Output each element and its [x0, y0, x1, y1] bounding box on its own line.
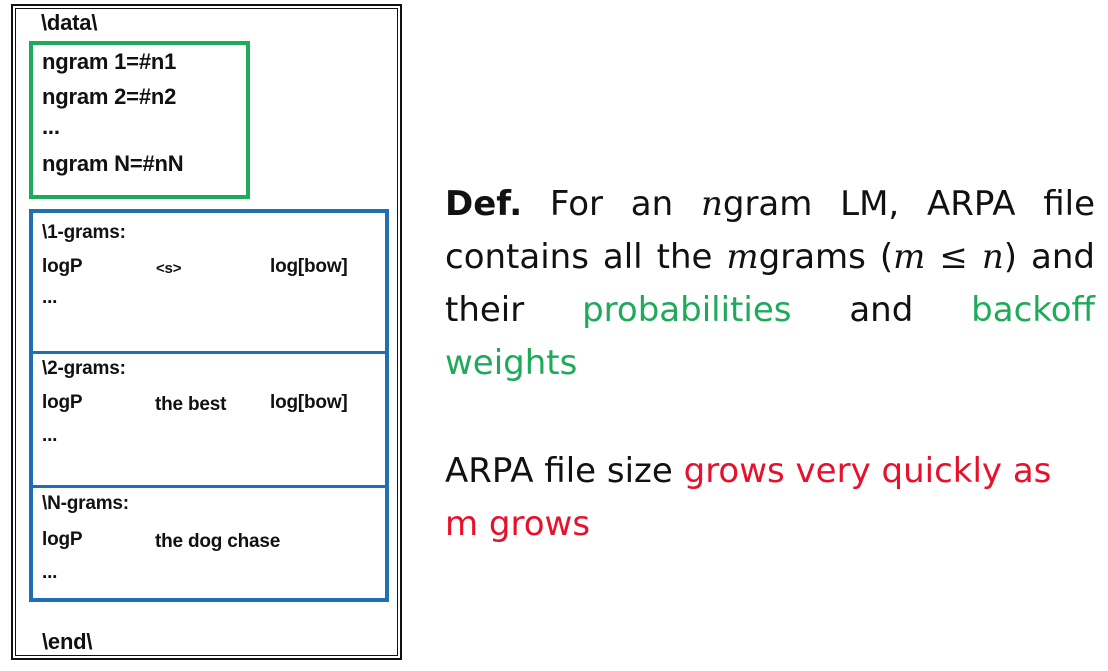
section-1-gram: <s> — [156, 260, 182, 277]
def-text-e: and — [791, 290, 972, 330]
section-n-gram: the dog chase — [155, 531, 281, 552]
section-2-ellipsis: ... — [42, 425, 58, 446]
leq-symbol: ≤ — [925, 237, 982, 277]
section-n-heading: \N-grams: — [42, 493, 129, 514]
def-text-a: For an — [522, 184, 701, 224]
section-divider-2 — [29, 485, 389, 488]
section-2-logp: logP — [42, 392, 83, 413]
size-text-a: ARPA file size — [445, 451, 684, 491]
section-n-logp: logP — [42, 529, 83, 550]
data-marker: \data\ — [41, 10, 98, 35]
section-divider-1 — [29, 351, 389, 354]
var-n: n — [700, 184, 723, 224]
def-label: Def. — [445, 184, 523, 224]
var-m: m — [726, 237, 759, 277]
header-line-1: ngram 1=#n1 — [42, 49, 177, 74]
header-line-n: ngram N=#nN — [42, 151, 184, 176]
size-paragraph: ARPA file size grows very quickly as m gr… — [445, 445, 1100, 551]
def-text-c: grams ( — [758, 237, 894, 277]
definition-paragraph: Def. For an ngram LM, ARPA file contains… — [445, 178, 1095, 390]
section-n-ellipsis: ... — [42, 562, 58, 583]
var-m-3: m — [445, 504, 479, 544]
section-1-ellipsis: ... — [42, 287, 58, 308]
section-1-bow: log[bow] — [270, 256, 348, 277]
end-marker: \end\ — [42, 629, 93, 654]
section-2-bow: log[bow] — [270, 392, 348, 413]
section-1-heading: \1-grams: — [42, 222, 126, 243]
var-n-2: n — [981, 237, 1004, 277]
probabilities-highlight: probabilities — [582, 290, 792, 330]
section-2-gram: the best — [155, 394, 227, 415]
grows-highlight: grows very quickly as — [683, 451, 1052, 491]
header-line-2: ngram 2=#n2 — [42, 84, 177, 109]
var-m-2: m — [893, 237, 926, 277]
header-ellipsis: ... — [42, 114, 60, 139]
section-1-logp: logP — [42, 256, 83, 277]
grows-tail: grows — [478, 504, 591, 544]
section-2-heading: \2-grams: — [42, 358, 126, 379]
